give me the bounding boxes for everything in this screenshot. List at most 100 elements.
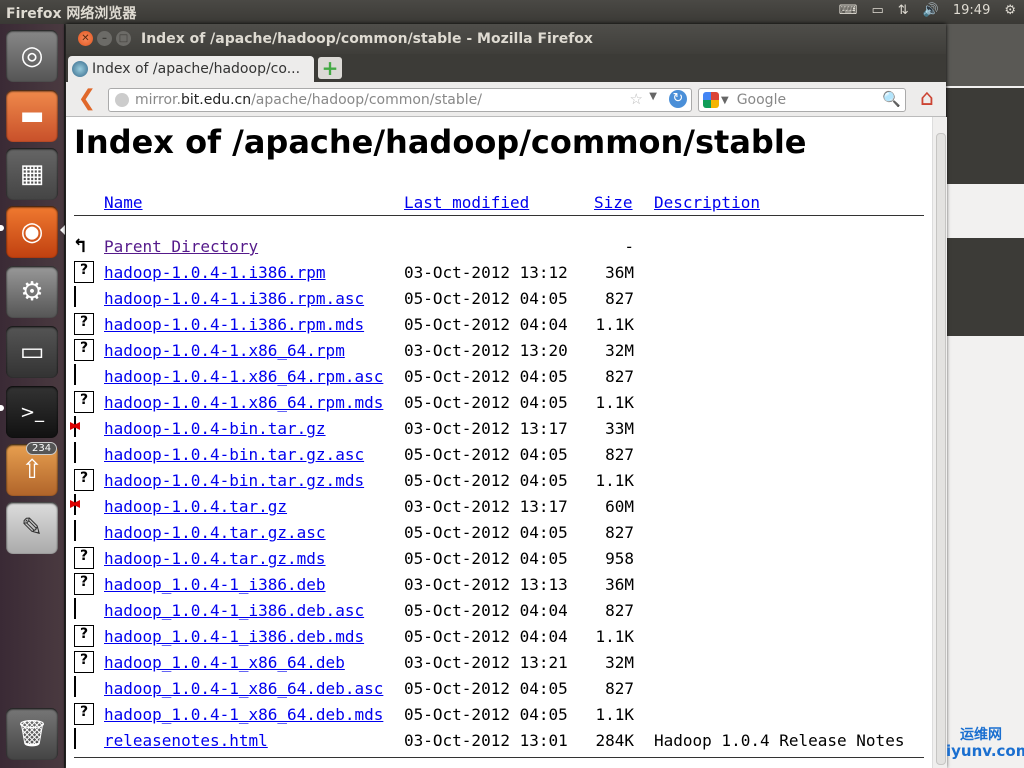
file-link[interactable]: hadoop_1.0.4-1_i386.deb.mds [104,627,364,646]
file-row: hadoop-1.0.4-1.i386.rpm.asc 05-Oct-2012 0… [74,286,924,315]
window-manager-icon[interactable]: ▭ [6,326,58,378]
page-title: Index of /apache/hadoop/common/stable [74,123,807,161]
file-modified: 03-Oct-2012 13:12 [404,263,568,282]
sort-by-name-link[interactable]: Name [104,193,143,212]
firefox-icon[interactable]: ◉ [6,206,58,258]
file-row: ? hadoop-1.0.4-1.x86_64.rpm.mds 05-Oct-201… [74,391,924,419]
scrollbar-thumb[interactable] [936,133,946,765]
file-size: 827 [605,523,634,542]
file-size: 32M [605,653,634,672]
file-link[interactable]: hadoop-1.0.4.tar.gz.mds [104,549,326,568]
file-link[interactable]: hadoop-1.0.4-bin.tar.gz [104,419,326,438]
sort-by-size-link[interactable]: Size [594,193,633,212]
tab-active[interactable]: Index of /apache/hadoop/co... [68,56,314,82]
file-link[interactable]: releasenotes.html [104,731,268,750]
file-row: hadoop_1.0.4-1_x86_64.deb.asc 05-Oct-2012… [74,676,924,705]
dash-home-icon[interactable]: ◎ [6,30,58,82]
reload-button[interactable]: ↻ [669,90,687,108]
file-link[interactable]: hadoop-1.0.4-1.x86_64.rpm.asc [104,367,383,386]
unknown-file-icon: ? [74,625,94,647]
page-content: Index of /apache/hadoop/common/stable Na… [66,117,932,768]
file-size: 958 [605,549,634,568]
url-prefix: mirror. [135,92,181,108]
file-link[interactable]: hadoop_1.0.4-1_x86_64.deb.asc [104,679,383,698]
file-size: 1.1K [595,315,634,334]
unknown-file-icon: ? [74,703,94,725]
file-row: ? hadoop-1.0.4-bin.tar.gz.mds 05-Oct-2012 … [74,469,924,497]
file-size: 1.1K [595,627,634,646]
firefox-window: ✕ – □ Index of /apache/hadoop/common/sta… [66,24,947,768]
file-modified: 05-Oct-2012 04:05 [404,679,568,698]
file-size: 33M [605,419,634,438]
files-icon[interactable]: ▬ [6,90,58,142]
trash-icon[interactable]: 🗑 [6,708,58,760]
file-link[interactable]: hadoop-1.0.4-1.i386.rpm.mds [104,315,364,334]
sort-by-description-link[interactable]: Description [654,193,760,212]
text-file-icon [74,520,76,541]
new-tab-button[interactable]: + [318,57,342,79]
unknown-file-icon: ? [74,261,94,283]
back-button[interactable]: ❮ [74,86,100,112]
file-link[interactable]: hadoop_1.0.4-1_x86_64.deb [104,653,345,672]
file-link[interactable]: hadoop-1.0.4-1.i386.rpm [104,263,326,282]
home-button[interactable]: ⌂ [914,86,940,112]
unknown-file-icon: ? [74,651,94,673]
file-link[interactable]: hadoop_1.0.4-1_x86_64.deb.mds [104,705,383,724]
vertical-scrollbar[interactable] [932,117,947,768]
file-link[interactable]: hadoop_1.0.4-1_i386.deb [104,575,326,594]
keyboard-icon[interactable]: ⌨ [839,3,858,18]
volume-icon[interactable]: 🔊 [923,3,939,18]
file-size: 1.1K [595,471,634,490]
text-editor-icon[interactable]: ✎ [6,502,58,554]
title-bar: ✕ – □ Index of /apache/hadoop/common/sta… [66,24,946,54]
file-modified: 05-Oct-2012 04:04 [404,601,568,620]
text-file-icon [74,676,76,697]
close-window-button[interactable]: ✕ [78,31,93,46]
url-host: bit.edu.cn [180,92,252,108]
network-icon[interactable]: ⇅ [898,3,909,18]
clock[interactable]: 19:49 [953,3,990,18]
url-bar[interactable]: mirror. bit.edu.cn/apache/hadoop/common/s… [108,88,692,112]
system-settings-icon[interactable]: ⚙ [6,266,58,318]
file-link[interactable]: hadoop_1.0.4-1_i386.deb.asc [104,601,364,620]
watermark-logo: 运维网 iyunv.com [926,720,1024,766]
terminal-icon[interactable]: >_ [6,386,58,438]
file-row: hadoop_1.0.4-1_i386.deb.asc 05-Oct-2012 0… [74,598,924,627]
workspace-switcher-icon[interactable]: ▦ [6,148,58,200]
file-link[interactable]: hadoop-1.0.4.tar.gz.asc [104,523,326,542]
file-link[interactable]: hadoop-1.0.4-bin.tar.gz.asc [104,445,364,464]
unknown-file-icon: ? [74,339,94,361]
file-link[interactable]: hadoop-1.0.4-bin.tar.gz.mds [104,471,364,490]
sort-by-modified-link[interactable]: Last modified [404,193,529,212]
file-row: hadoop-1.0.4.tar.gz 03-Oct-2012 13:17 60M [74,494,924,523]
file-size: 32M [605,341,634,360]
parent-directory-row: ↰ Parent Directory - [74,235,924,263]
file-row: hadoop-1.0.4-bin.tar.gz 03-Oct-2012 13:17… [74,416,924,445]
battery-icon[interactable]: ▭ [871,3,883,18]
url-history-dropdown-icon[interactable]: ▼ [649,91,657,102]
file-size: 827 [605,367,634,386]
search-icon[interactable]: 🔍 [882,90,901,108]
file-size: 60M [605,497,634,516]
file-row: ? hadoop-1.0.4-1.i386.rpm.mds 05-Oct-2012 … [74,313,924,341]
maximize-window-button[interactable]: □ [116,31,131,46]
header-divider [74,215,924,216]
favicon-icon [72,61,88,77]
minimize-window-button[interactable]: – [97,31,112,46]
file-link[interactable]: hadoop-1.0.4-1.x86_64.rpm.mds [104,393,383,412]
background-window [946,24,1024,768]
file-link[interactable]: hadoop-1.0.4.tar.gz [104,497,287,516]
search-bar[interactable]: ▼ Google 🔍 [698,88,906,112]
parent-directory-link[interactable]: Parent Directory [104,237,258,256]
google-engine-icon[interactable] [703,92,719,108]
file-row: ? hadoop-1.0.4-1.i386.rpm 03-Oct-2012 13:1… [74,261,924,289]
file-modified: 03-Oct-2012 13:01 [404,731,568,750]
search-engine-dropdown-icon[interactable]: ▼ [721,95,729,106]
file-row: hadoop-1.0.4-bin.tar.gz.asc 05-Oct-2012 0… [74,442,924,471]
site-identity-icon[interactable] [115,93,129,107]
file-link[interactable]: hadoop-1.0.4-1.x86_64.rpm [104,341,345,360]
gear-icon[interactable]: ⚙ [1004,3,1016,18]
file-description: Hadoop 1.0.4 Release Notes [654,731,905,750]
bookmark-star-icon[interactable]: ☆ [630,90,643,108]
file-link[interactable]: hadoop-1.0.4-1.i386.rpm.asc [104,289,364,308]
